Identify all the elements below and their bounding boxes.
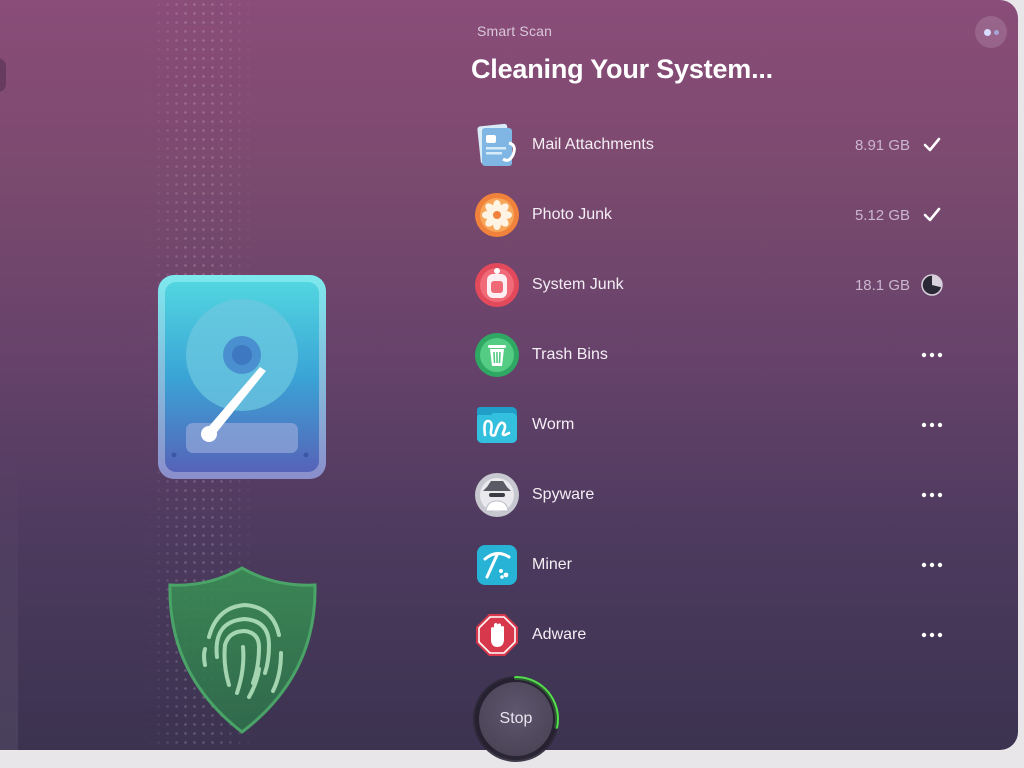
photo-junk-icon (475, 193, 519, 237)
assistant-button[interactable] (975, 16, 1007, 48)
scan-row-trash-bins[interactable]: Trash Bins (470, 320, 950, 390)
progress-pie-icon (921, 274, 943, 296)
item-label: Adware (532, 626, 587, 643)
sidebar-edge-handle[interactable] (0, 58, 6, 92)
adware-icon (476, 614, 518, 656)
item-size: 8.91 GB (854, 137, 910, 154)
item-label: Spyware (532, 486, 595, 503)
checkmark-icon (923, 137, 941, 152)
worm-icon (477, 407, 517, 443)
item-label: Trash Bins (532, 346, 608, 363)
scan-row-miner[interactable]: Miner (470, 530, 950, 600)
stop-button[interactable]: Stop (479, 682, 553, 756)
fingerprint-shield-icon (168, 566, 317, 734)
scan-row-adware[interactable]: Adware (470, 600, 950, 670)
pending-ellipsis-icon (921, 632, 943, 638)
item-label: Worm (532, 416, 575, 433)
item-label: Mail Attachments (532, 136, 654, 153)
item-label: System Junk (532, 276, 624, 293)
trash-bins-icon (475, 333, 519, 377)
pending-ellipsis-icon (921, 562, 943, 568)
scan-row-spyware[interactable]: Spyware (470, 460, 950, 530)
item-label: Photo Junk (532, 206, 613, 223)
miner-icon (477, 545, 517, 585)
pending-ellipsis-icon (921, 422, 943, 428)
item-label: Miner (532, 556, 573, 573)
mail-attachments-icon (477, 123, 516, 166)
assistant-dot (984, 29, 991, 36)
scan-item-list: Mail Attachments 8.91 GB Photo Junk 5.12… (470, 110, 950, 670)
scan-row-system-junk[interactable]: System Junk 18.1 GB (470, 250, 950, 320)
page-title: Cleaning Your System... (471, 54, 773, 84)
pending-ellipsis-icon (921, 352, 943, 358)
scan-row-mail-attachments[interactable]: Mail Attachments 8.91 GB (470, 110, 950, 180)
scan-row-photo-junk[interactable]: Photo Junk 5.12 GB (470, 180, 950, 250)
item-size: 18.1 GB (854, 277, 910, 294)
left-edge-shade (0, 450, 18, 750)
assistant-dot (994, 30, 999, 35)
pending-ellipsis-icon (921, 492, 943, 498)
section-label: Smart Scan (477, 23, 553, 39)
system-junk-icon (475, 263, 519, 307)
spyware-icon (475, 473, 519, 517)
hard-disk-icon (158, 275, 326, 479)
app-window: Smart Scan Cleaning Your System... Mail … (0, 0, 1018, 750)
item-size: 5.12 GB (854, 207, 910, 224)
scan-row-worm[interactable]: Worm (470, 390, 950, 460)
checkmark-icon (923, 207, 941, 222)
